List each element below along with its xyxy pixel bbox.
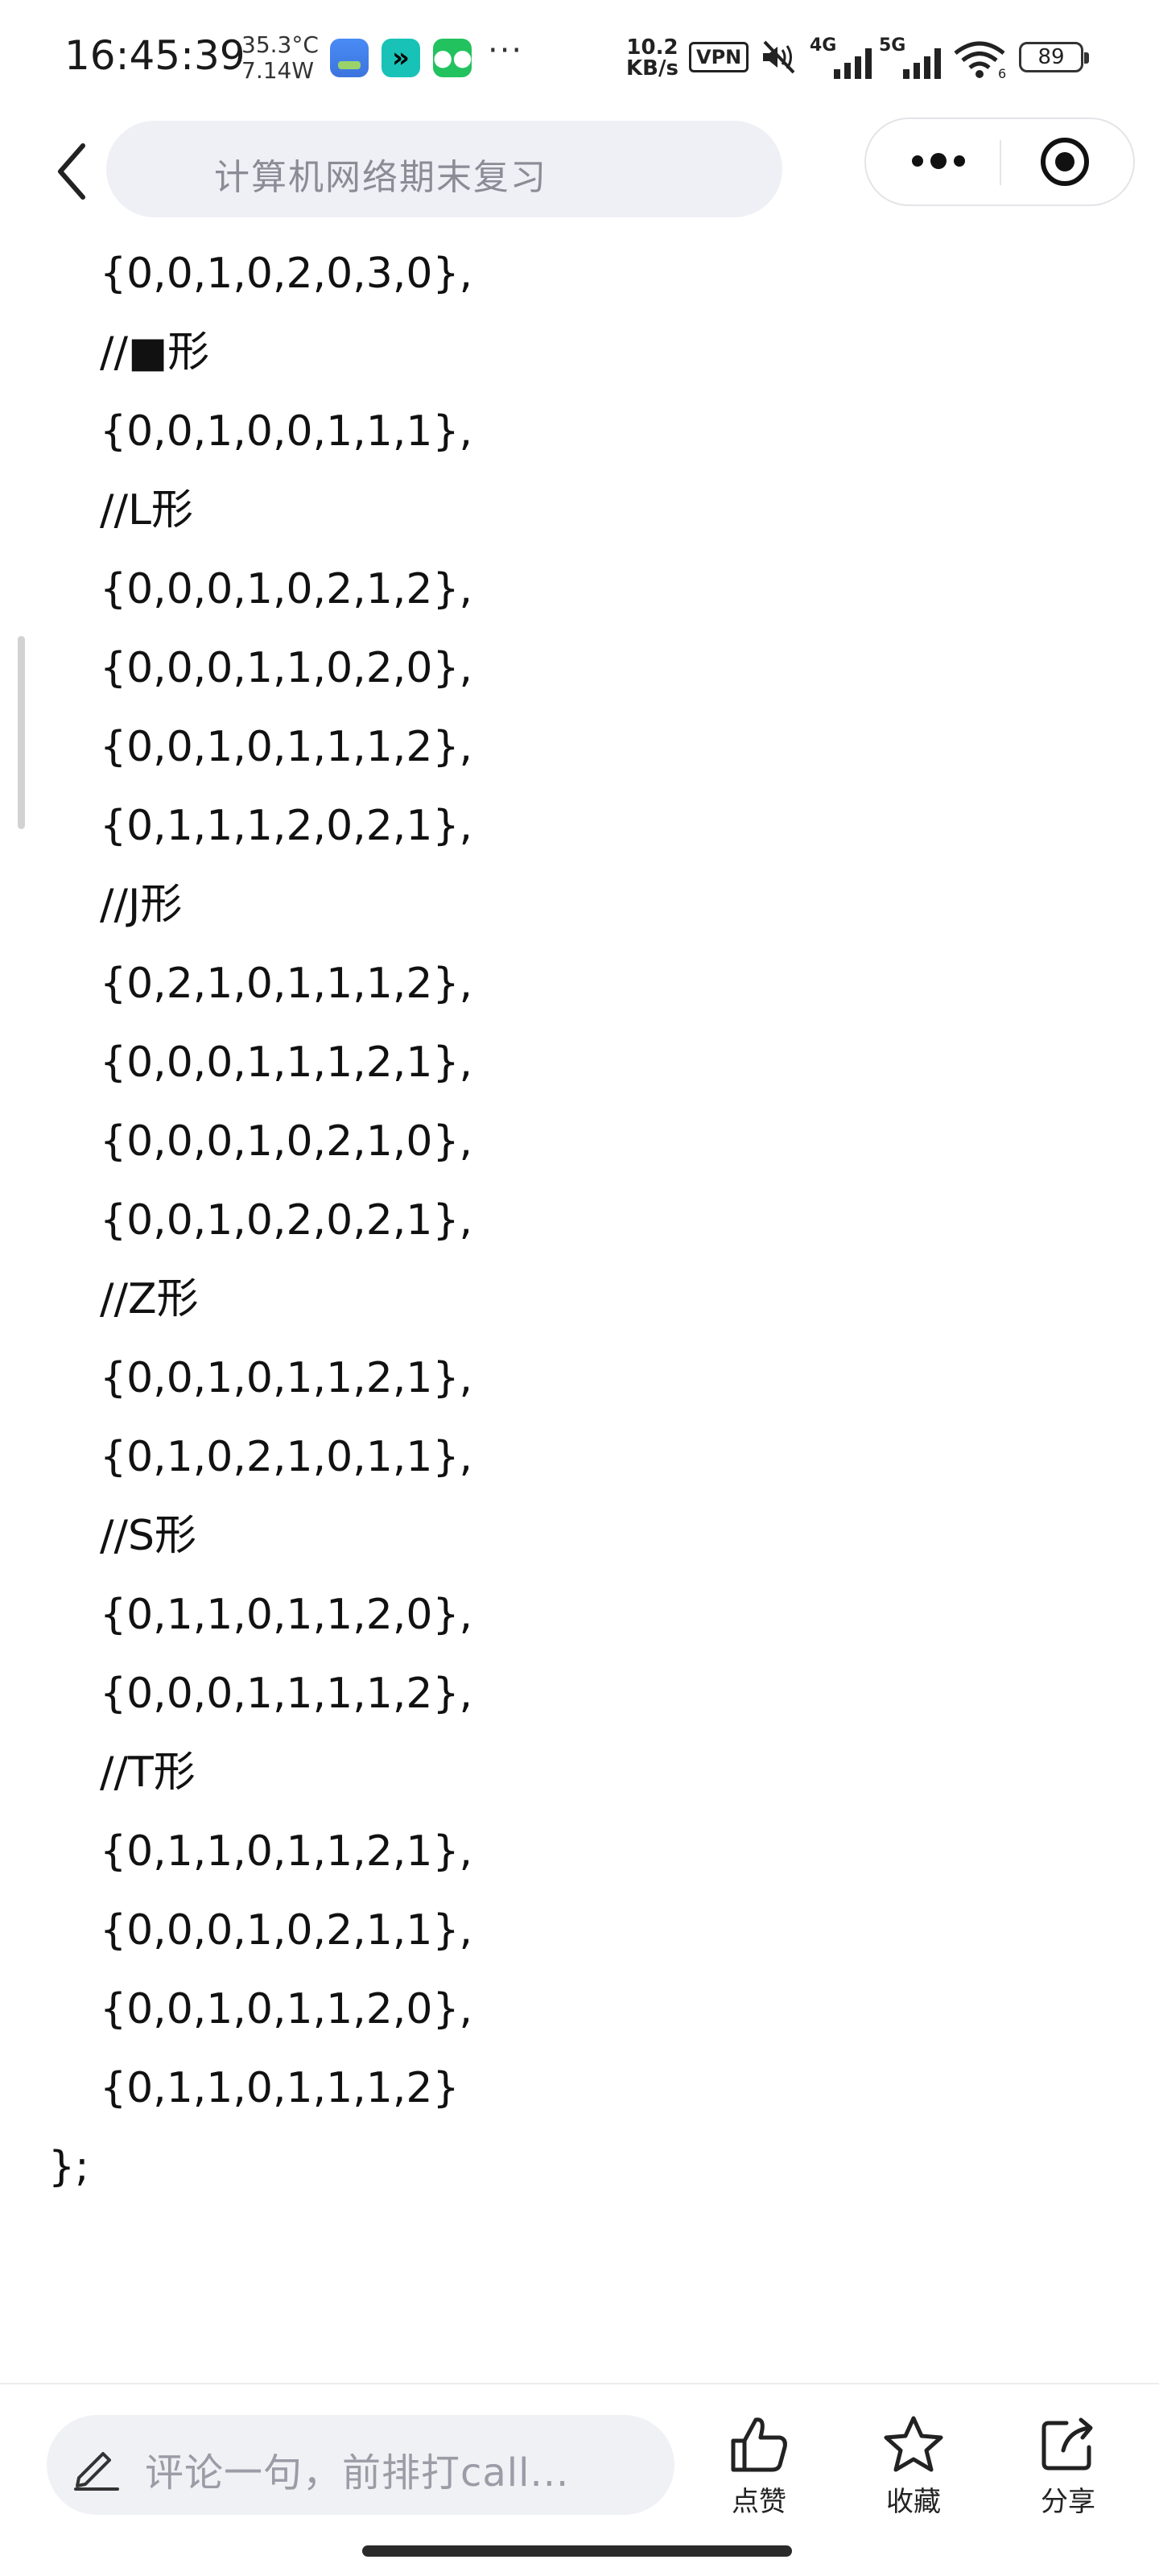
code-line: {0,1,1,1,2,0,2,1}, [100, 802, 473, 850]
mini-program-capsule [864, 118, 1135, 206]
battery-indicator: 89 [1019, 42, 1089, 72]
comment-input[interactable]: 评论一句，前排打call... [47, 2415, 674, 2515]
close-target-icon [1041, 138, 1089, 186]
code-line: {0,0,1,0,1,1,2,0}, [100, 1985, 473, 2033]
weather-app-icon [330, 39, 369, 77]
vpn-badge: VPN [689, 42, 749, 72]
signal-4g: 4G [810, 35, 882, 80]
code-line: {0,0,0,1,1,1,2,1}, [100, 1038, 473, 1087]
code-line: {0,1,1,0,1,1,2,1}, [100, 1827, 473, 1876]
code-line: {0,0,0,1,0,2,1,1}, [100, 1906, 473, 1955]
thumbs-up-icon [731, 2417, 787, 2472]
page: 16:45:39 35.3°C 7.14W » ●● ··· 10.2 KB/s… [0, 0, 1159, 2576]
svg-text:6: 6 [998, 66, 1006, 79]
back-button[interactable] [43, 135, 100, 208]
code-closing-line: }; [48, 2143, 89, 2191]
signal-4g-icon [834, 48, 872, 79]
wifi-icon: 6 [954, 41, 1006, 79]
code-line: {0,0,1,0,0,1,1,1}, [100, 407, 473, 456]
code-line: {0,1,1,0,1,1,1,2} [100, 2064, 460, 2112]
network-speed-unit: KB/s [626, 56, 678, 80]
star-icon [884, 2416, 943, 2472]
code-comment-line: //■形 [100, 328, 210, 377]
wechat-app-icon: ●● [433, 39, 472, 77]
code-comment-line: //T形 [100, 1748, 196, 1797]
code-line: {0,0,1,0,2,0,3,0}, [100, 250, 473, 298]
search-placeholder: 计算机网络期末复习 [214, 157, 547, 198]
favorite-label: 收藏 [886, 2486, 941, 2518]
code-comment-line: //S形 [100, 1512, 197, 1560]
network-speed-value: 10.2 [626, 35, 678, 60]
status-power: 7.14W [241, 57, 315, 84]
code-line: {0,0,0,1,1,0,2,0}, [100, 644, 473, 692]
like-button[interactable]: 点赞 [707, 2413, 811, 2534]
share-button[interactable]: 分享 [1016, 2413, 1120, 2534]
code-line: {0,0,0,1,1,1,1,2}, [100, 1670, 473, 1718]
signal-5g: 5G [879, 35, 951, 80]
scrollbar[interactable] [18, 636, 25, 829]
home-indicator[interactable] [362, 2545, 792, 2557]
code-line: {0,2,1,0,1,1,1,2}, [100, 960, 473, 1008]
status-temperature-power: 35.3°C 7.14W [241, 32, 319, 84]
back-icon [58, 143, 85, 200]
capsule-divider [1000, 140, 1001, 185]
more-button[interactable] [906, 137, 971, 185]
code-line: {0,0,0,1,0,2,1,0}, [100, 1117, 473, 1166]
code-line: {0,0,1,0,1,1,1,2}, [100, 723, 473, 771]
search-bar[interactable]: 计算机网络期末复习 [106, 121, 782, 217]
share-label: 分享 [1041, 2486, 1095, 2518]
code-comment-line: //Z形 [100, 1275, 199, 1323]
comment-placeholder: 评论一句，前排打call... [145, 2450, 570, 2496]
status-time: 16:45:39 [64, 32, 245, 79]
code-comment-line: //L形 [100, 486, 194, 535]
code-line: {0,0,1,0,2,0,2,1}, [100, 1196, 473, 1245]
article-content: {0,0,1,0,2,0,3,0}, //■形 {0,0,1,0,0,1,1,1},… [0, 233, 1159, 2383]
pencil-icon [74, 2452, 119, 2491]
share-icon [1041, 2417, 1093, 2471]
status-more-icon: ··· [488, 32, 524, 69]
like-label: 点赞 [732, 2486, 786, 2518]
status-temperature: 35.3°C [241, 31, 319, 58]
more-icon [912, 153, 965, 169]
fast-forward-app-icon: » [382, 39, 420, 77]
code-line: {0,0,1,0,1,1,2,1}, [100, 1354, 473, 1402]
top-nav-bar: 计算机网络期末复习 [0, 113, 1159, 233]
code-comment-line: //J形 [100, 881, 183, 929]
close-button[interactable] [1038, 135, 1091, 188]
favorite-button[interactable]: 收藏 [861, 2413, 966, 2534]
signal-5g-icon [903, 48, 941, 79]
code-line: {0,0,0,1,0,2,1,2}, [100, 565, 473, 613]
network-speed: 10.2 KB/s [626, 37, 678, 79]
status-bar: 16:45:39 35.3°C 7.14W » ●● ··· 10.2 KB/s… [0, 0, 1159, 113]
code-line: {0,1,1,0,1,1,2,0}, [100, 1591, 473, 1639]
code-line: {0,1,0,2,1,0,1,1}, [100, 1433, 473, 1481]
mute-icon [763, 40, 795, 74]
